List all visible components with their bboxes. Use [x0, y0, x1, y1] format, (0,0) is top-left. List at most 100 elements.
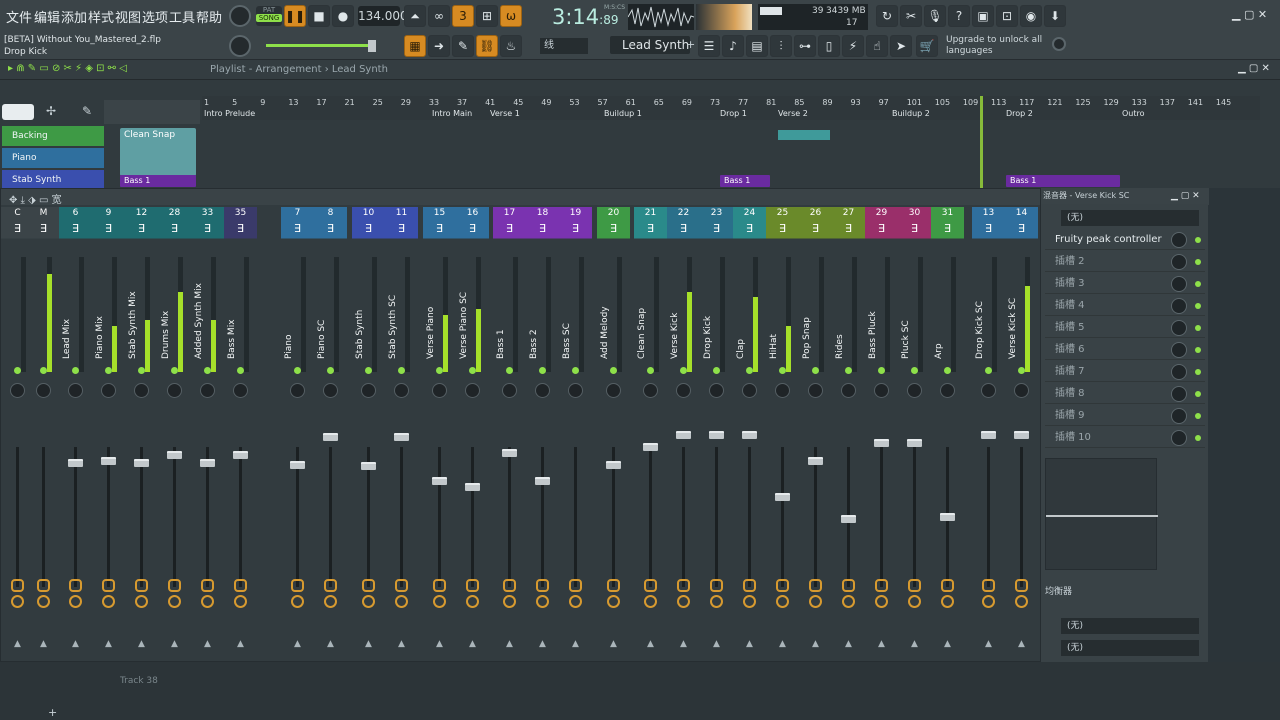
fx-lock-icon[interactable]	[809, 579, 822, 592]
route-icon[interactable]	[324, 595, 337, 608]
mixer-strip[interactable]: 31 ∃ Arp ▲	[931, 207, 964, 659]
route-arrow-icon[interactable]: ▲	[1005, 639, 1038, 649]
fader-track[interactable]	[748, 447, 751, 587]
output-selector-1[interactable]: (无)	[1061, 618, 1199, 634]
strip-enable-led[interactable]	[469, 367, 476, 374]
route-icon[interactable]	[69, 595, 82, 608]
slot-enable-led[interactable]	[1195, 413, 1201, 419]
fader-track[interactable]	[649, 447, 652, 587]
route-icon[interactable]	[607, 595, 620, 608]
playlist-icon[interactable]: ☰	[698, 35, 720, 57]
fx-lock-icon[interactable]	[433, 579, 446, 592]
slot-mix-knob[interactable]	[1171, 276, 1187, 292]
route-icon[interactable]	[201, 595, 214, 608]
route-arrow-icon[interactable]: ▲	[559, 639, 592, 649]
fader-track[interactable]	[880, 447, 883, 587]
pan-knob[interactable]	[502, 383, 517, 398]
mixer-strip[interactable]: 16 ∃ Verse Piano SC ▲	[456, 207, 489, 659]
slot-mix-knob[interactable]	[1171, 298, 1187, 314]
fx-lock-icon[interactable]	[135, 579, 148, 592]
strip-enable-led[interactable]	[204, 367, 211, 374]
eq-graph[interactable]	[1045, 458, 1158, 570]
effect-slot[interactable]: 插槽 5	[1045, 318, 1205, 338]
chat-icon[interactable]: ◉	[1020, 5, 1042, 27]
menu-view[interactable]: 视图	[115, 7, 141, 26]
slot-mix-knob[interactable]	[1171, 342, 1187, 358]
pan-knob[interactable]	[36, 383, 51, 398]
route-icon[interactable]	[644, 595, 657, 608]
piano-roll-icon[interactable]: ▦	[404, 35, 426, 57]
fader-handle[interactable]	[167, 451, 182, 459]
pan-knob[interactable]	[535, 383, 550, 398]
fader-handle[interactable]	[709, 431, 724, 439]
fx-lock-icon[interactable]	[37, 579, 50, 592]
fader-track[interactable]	[438, 447, 441, 587]
slot-enable-led[interactable]	[1195, 391, 1201, 397]
pan-knob[interactable]	[808, 383, 823, 398]
snap-icon[interactable]: ✢	[46, 104, 56, 118]
route-arrow-icon[interactable]: ▲	[667, 639, 700, 649]
arrangement-marker[interactable]: Buildup 1	[604, 109, 642, 118]
fx-lock-icon[interactable]	[776, 579, 789, 592]
fader-track[interactable]	[682, 447, 685, 587]
arrangement-marker[interactable]: Drop 2	[1006, 109, 1033, 118]
pan-knob[interactable]	[709, 383, 724, 398]
pan-knob[interactable]	[742, 383, 757, 398]
strip-enable-led[interactable]	[436, 367, 443, 374]
fader-handle[interactable]	[1014, 431, 1029, 439]
fader-track[interactable]	[781, 447, 784, 587]
mixer-strip[interactable]: 29 ∃ Bass Pluck ▲	[865, 207, 898, 659]
mixer-strip[interactable]: 21 ∃ Clean Snap ▲	[634, 207, 667, 659]
fx-lock-icon[interactable]	[842, 579, 855, 592]
window-controls[interactable]: ▁ ▢ ✕	[1232, 8, 1267, 21]
track-header-stab-synth[interactable]: Stab Synth	[2, 170, 104, 190]
piano-toggle-icon[interactable]	[2, 104, 34, 120]
fader-handle[interactable]	[394, 433, 409, 441]
route-icon[interactable]	[168, 595, 181, 608]
fader-track[interactable]	[239, 447, 242, 587]
pan-knob[interactable]	[10, 383, 25, 398]
pan-knob[interactable]	[134, 383, 149, 398]
microphone-icon[interactable]: 🎙	[924, 5, 946, 27]
slot-mix-knob[interactable]	[1171, 254, 1187, 270]
fx-lock-icon[interactable]	[466, 579, 479, 592]
pan-knob[interactable]	[394, 383, 409, 398]
pan-knob[interactable]	[643, 383, 658, 398]
route-icon[interactable]	[362, 595, 375, 608]
fader-handle[interactable]	[134, 459, 149, 467]
effect-slot[interactable]: 插槽 10	[1045, 428, 1205, 448]
route-icon[interactable]	[677, 595, 690, 608]
slot-enable-led[interactable]	[1195, 281, 1201, 287]
fader-handle[interactable]	[981, 431, 996, 439]
faders-icon[interactable]: ⫶	[770, 35, 792, 57]
slot-mix-knob[interactable]	[1171, 386, 1187, 402]
record-button[interactable]: ●	[332, 5, 354, 27]
strip-enable-led[interactable]	[1018, 367, 1025, 374]
route-arrow-icon[interactable]: ▲	[766, 639, 799, 649]
fader-track[interactable]	[987, 447, 990, 587]
menu-edit[interactable]: 编辑	[34, 7, 60, 26]
browser-icon[interactable]: ⊶	[794, 35, 816, 57]
strip-enable-led[interactable]	[944, 367, 951, 374]
route-arrow-icon[interactable]: ▲	[865, 639, 898, 649]
slot-enable-led[interactable]	[1195, 259, 1201, 265]
route-arrow-icon[interactable]: ▲	[832, 639, 865, 649]
output-selector-2[interactable]: (无)	[1061, 640, 1199, 656]
snap-selector[interactable]: 线	[540, 38, 588, 54]
main-slider[interactable]	[266, 44, 376, 47]
strip-enable-led[interactable]	[14, 367, 21, 374]
pan-knob[interactable]	[361, 383, 376, 398]
route-arrow-icon[interactable]: ▲	[700, 639, 733, 649]
loop-record-icon[interactable]: ∞	[428, 5, 450, 27]
strip-enable-led[interactable]	[105, 367, 112, 374]
strip-enable-led[interactable]	[647, 367, 654, 374]
fader-handle[interactable]	[502, 449, 517, 457]
route-arrow-icon[interactable]: ▲	[423, 639, 456, 649]
fader-handle[interactable]	[101, 457, 116, 465]
route-arrow-icon[interactable]: ▲	[733, 639, 766, 649]
route-icon[interactable]	[743, 595, 756, 608]
route-arrow-icon[interactable]: ▲	[281, 639, 314, 649]
fx-lock-icon[interactable]	[908, 579, 921, 592]
route-icon[interactable]	[776, 595, 789, 608]
route-arrow-icon[interactable]: ▲	[92, 639, 125, 649]
